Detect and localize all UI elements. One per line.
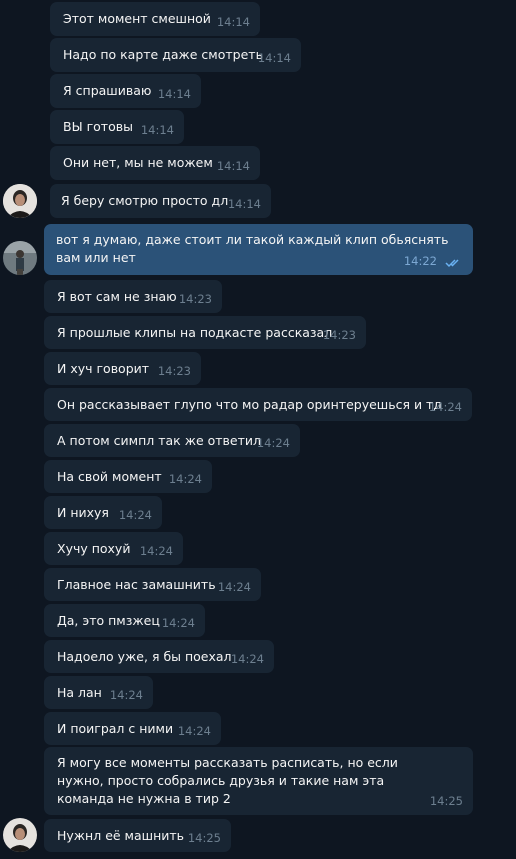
message-bubble[interactable]: Надоело уже, я бы поехал 14:24 — [44, 640, 274, 673]
message-time: 14:23 — [178, 292, 212, 306]
message-text: Я прошлые клипы на подкасте рассказал — [57, 325, 333, 340]
avatar-image — [3, 241, 37, 275]
message-bubble-outgoing[interactable]: вот я думаю, даже стоит ли такой каждый … — [44, 224, 473, 275]
message-time: 14:24 — [161, 616, 195, 630]
message-bubble[interactable]: Они нет, мы не можем 14:14 — [50, 146, 260, 180]
message-bubble[interactable]: Я вот сам не знаю 14:23 — [44, 280, 222, 313]
message-time: 14:24 — [118, 508, 152, 522]
message-time: 14:14 — [227, 197, 261, 211]
avatar[interactable] — [3, 241, 37, 275]
message-bubble[interactable]: На лан 14:24 — [44, 676, 153, 709]
double-check-icon — [445, 259, 459, 268]
message-bubble[interactable]: На свой момент 14:24 — [44, 460, 212, 493]
message-time: 14:14 — [140, 123, 174, 137]
message-time: 14:23 — [322, 328, 356, 342]
message-time: 14:14 — [216, 15, 250, 29]
message-bubble[interactable]: Хучу похуй 14:24 — [44, 532, 183, 565]
message-time: 14:24 — [139, 544, 173, 558]
message-text: вот я думаю, даже стоит ли такой каждый … — [56, 232, 449, 265]
message-time: 14:24 — [230, 652, 264, 666]
avatar-image — [3, 818, 37, 852]
message-bubble[interactable]: ВЫ готовы 14:14 — [50, 110, 184, 144]
message-bubble[interactable]: Нужнл её машнить 14:25 — [44, 819, 231, 852]
message-time: 14:25 — [187, 831, 221, 845]
message-time: 14:24 — [217, 580, 251, 594]
message-bubble[interactable]: И нихуя 14:24 — [44, 496, 162, 529]
message-time: 14:14 — [157, 87, 191, 101]
message-time: 14:24 — [177, 724, 211, 738]
message-time: 14:14 — [216, 159, 250, 173]
message-time: 14:23 — [157, 364, 191, 378]
message-bubble[interactable]: Я беру смотрю просто дл 14:14 — [50, 184, 271, 218]
avatar[interactable] — [3, 818, 37, 852]
message-bubble[interactable]: А потом симпл так же ответил 14:24 — [44, 424, 300, 457]
message-text: Я могу все моменты рассказать расписать,… — [57, 755, 398, 806]
avatar-image — [3, 184, 37, 218]
message-bubble[interactable]: Он рассказывает глупо что мо радар оринт… — [44, 388, 472, 421]
message-time: 14:24 — [428, 400, 462, 414]
message-time: 14:25 — [429, 794, 463, 808]
message-time: 14:22 — [403, 254, 437, 268]
message-bubble[interactable]: И поиграл с ними 14:24 — [44, 712, 221, 745]
avatar[interactable] — [3, 184, 37, 218]
message-bubble[interactable]: Этот момент смешной 14:14 — [50, 2, 260, 36]
message-bubble[interactable]: Надо по карте даже смотреть 14:14 — [50, 38, 301, 72]
message-time: 14:24 — [256, 436, 290, 450]
message-bubble[interactable]: И хуч говорит 14:23 — [44, 352, 201, 385]
message-time: 14:24 — [109, 688, 143, 702]
message-bubble[interactable]: Я могу все моменты рассказать расписать,… — [44, 747, 473, 815]
message-bubble[interactable]: Да, это пмзжец 14:24 — [44, 604, 205, 637]
message-text: Он рассказывает глупо что мо радар оринт… — [57, 397, 442, 412]
message-bubble[interactable]: Я прошлые клипы на подкасте рассказал 14… — [44, 316, 366, 349]
message-time: 14:24 — [168, 472, 202, 486]
message-time: 14:14 — [257, 51, 291, 65]
message-bubble[interactable]: Главное нас замашнить 14:24 — [44, 568, 261, 601]
message-bubble[interactable]: Я спрашиваю 14:14 — [50, 74, 201, 108]
